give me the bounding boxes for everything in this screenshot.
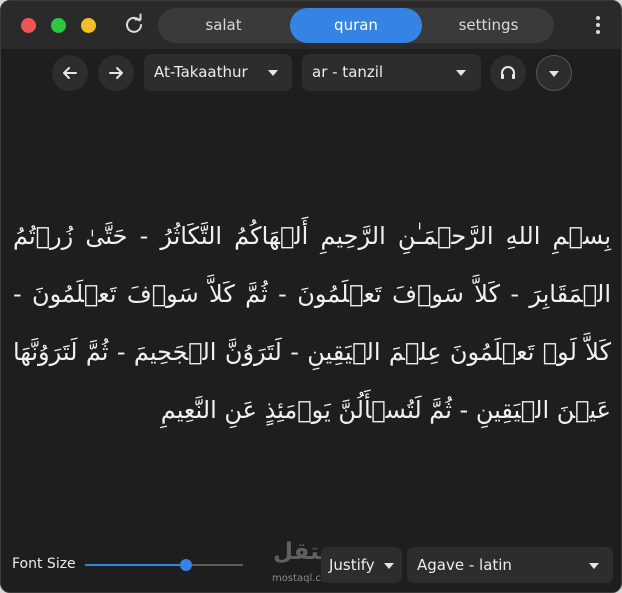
font-size-label: Font Size (12, 556, 76, 572)
tab-quran[interactable]: quran (290, 8, 422, 43)
reload-icon[interactable] (122, 13, 146, 37)
title-bar: salat quran settings (1, 1, 621, 49)
chevron-down-icon (268, 70, 278, 76)
quran-text: بِسۡمِ اللهِ الرَّحۡمَـٰنِ الرَّحِيمِ أَ… (13, 222, 611, 424)
surah-dropdown-value: At-Takaathur (154, 63, 248, 81)
alignment-dropdown[interactable]: Justify (321, 547, 402, 583)
headphones-icon (501, 66, 515, 79)
close-window-button[interactable] (21, 18, 36, 33)
chevron-down-icon (589, 563, 599, 569)
arrow-right-icon (109, 67, 123, 79)
translation-dropdown-value: ar - tanzil (312, 63, 384, 81)
font-dropdown[interactable]: Agave - latin (407, 547, 613, 583)
font-size-slider[interactable] (85, 555, 243, 575)
next-button[interactable] (98, 55, 134, 91)
tab-salat[interactable]: salat (158, 8, 289, 43)
more-options-button[interactable] (536, 55, 572, 91)
tab-settings[interactable]: settings (423, 8, 554, 43)
chevron-down-icon (384, 563, 394, 569)
slider-knob[interactable] (180, 559, 192, 571)
minimize-window-button[interactable] (81, 18, 96, 33)
previous-button[interactable] (52, 55, 88, 91)
kebab-menu-icon[interactable] (591, 13, 605, 37)
slider-fill (85, 564, 186, 566)
arrow-left-icon (63, 67, 77, 79)
font-dropdown-value: Agave - latin (417, 556, 512, 574)
view-switcher: salat quran settings (158, 8, 554, 43)
app-window: salat quran settings At-Takaathur ar - t… (0, 0, 622, 593)
translation-dropdown[interactable]: ar - tanzil (302, 54, 481, 91)
maximize-window-button[interactable] (51, 18, 66, 33)
surah-dropdown[interactable]: At-Takaathur (144, 54, 292, 91)
chevron-down-icon (456, 70, 466, 76)
alignment-dropdown-value: Justify (329, 556, 375, 574)
audio-button[interactable] (490, 55, 526, 91)
chevron-down-icon (549, 71, 559, 77)
